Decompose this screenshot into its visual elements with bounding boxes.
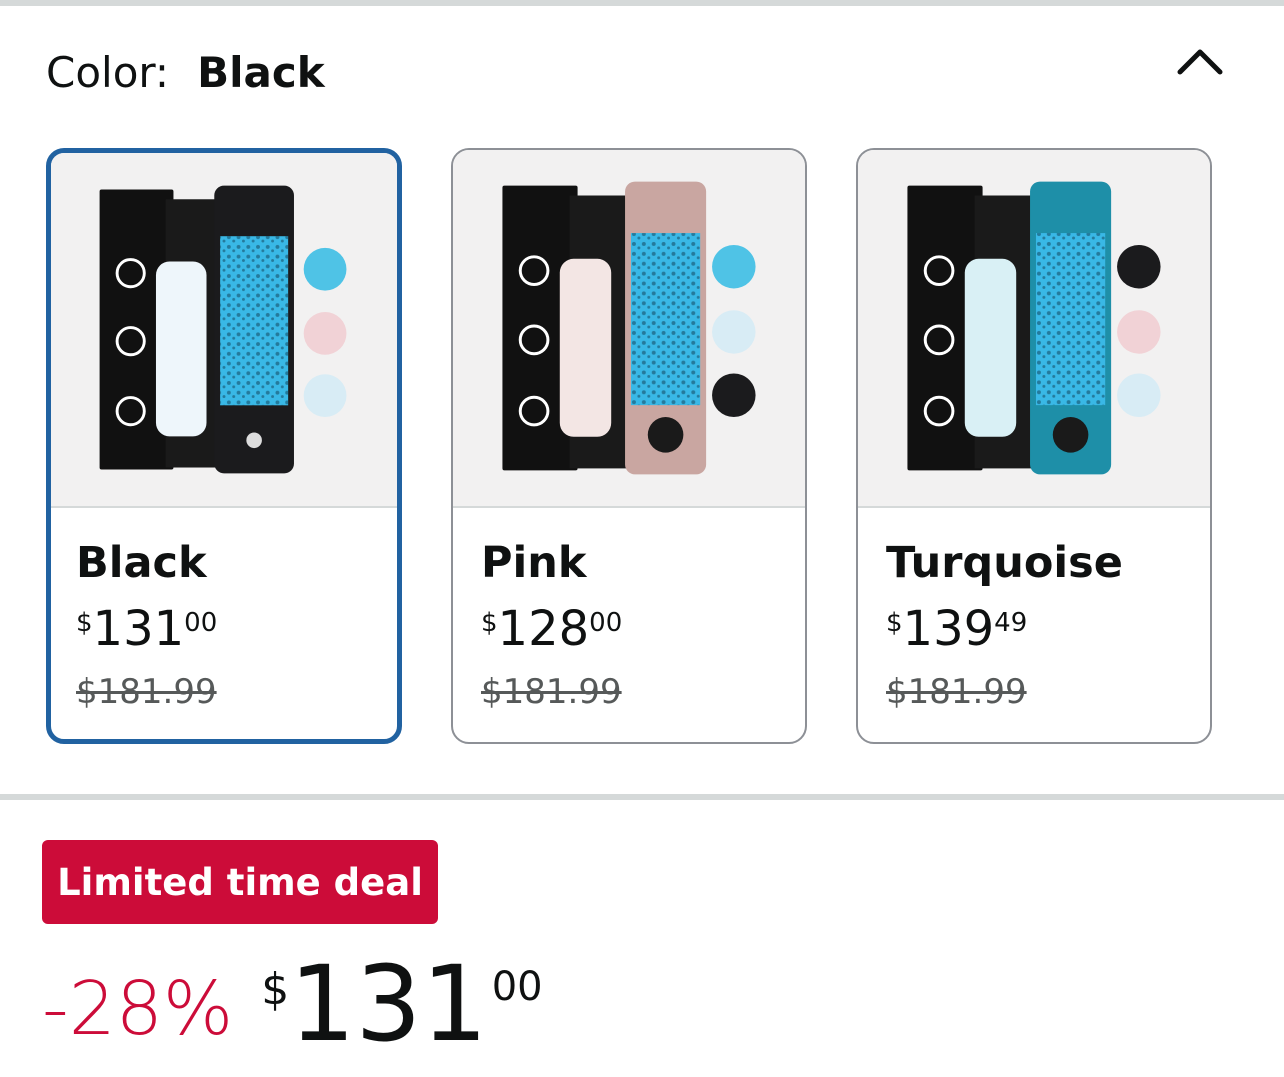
color-selector-header: Color: Black: [46, 48, 325, 100]
swatch-turquoise[interactable]: Turquoise $ 139 49 $181.99: [856, 148, 1212, 744]
price-whole: 131: [92, 601, 185, 657]
top-divider: [0, 0, 1284, 6]
product-image: [453, 150, 805, 508]
price-whole: 128: [497, 601, 590, 657]
product-thumbnail-turquoise: [907, 181, 1161, 475]
deal-price: -28% $ 131 00: [42, 948, 543, 1068]
swatch-price: $ 128 00: [481, 602, 622, 656]
swatch-name: Turquoise: [886, 538, 1123, 588]
selected-color-value: Black: [197, 48, 325, 97]
swatch-price: $ 139 49: [886, 602, 1027, 656]
swatch-name: Black: [76, 538, 207, 588]
collapse-button[interactable]: [1170, 36, 1230, 86]
discount-percent: -28%: [42, 966, 234, 1052]
swatch-pink[interactable]: Pink $ 128 00 $181.99: [451, 148, 807, 744]
list-price: $181.99: [481, 672, 622, 712]
list-price: $181.99: [76, 672, 217, 712]
product-thumbnail-pink: [502, 181, 756, 475]
price-symbol: $: [76, 608, 93, 638]
price-whole: 131: [289, 943, 488, 1065]
product-image: [51, 153, 397, 508]
price-fraction: 49: [994, 608, 1028, 638]
price-fraction: 00: [491, 964, 543, 1010]
price-fraction: 00: [589, 608, 623, 638]
section-divider: [0, 794, 1284, 800]
swatch-price: $ 131 00: [76, 602, 217, 656]
chevron-up-icon: [1177, 49, 1223, 75]
price-symbol: $: [886, 608, 903, 638]
product-image: [858, 150, 1210, 508]
price-symbol: $: [481, 608, 498, 638]
limited-time-deal-badge: Limited time deal: [42, 840, 438, 924]
list-price: $181.99: [886, 672, 1027, 712]
price-symbol: $: [261, 964, 290, 1015]
price-whole: 139: [902, 601, 995, 657]
color-swatches: Black $ 131 00 $181.99 Pink $ 128 00 $18…: [46, 148, 1226, 750]
swatch-black[interactable]: Black $ 131 00 $181.99: [46, 148, 402, 744]
color-label: Color:: [46, 48, 170, 97]
swatch-name: Pink: [481, 538, 587, 588]
product-thumbnail-black: [99, 185, 347, 474]
price-fraction: 00: [184, 608, 218, 638]
